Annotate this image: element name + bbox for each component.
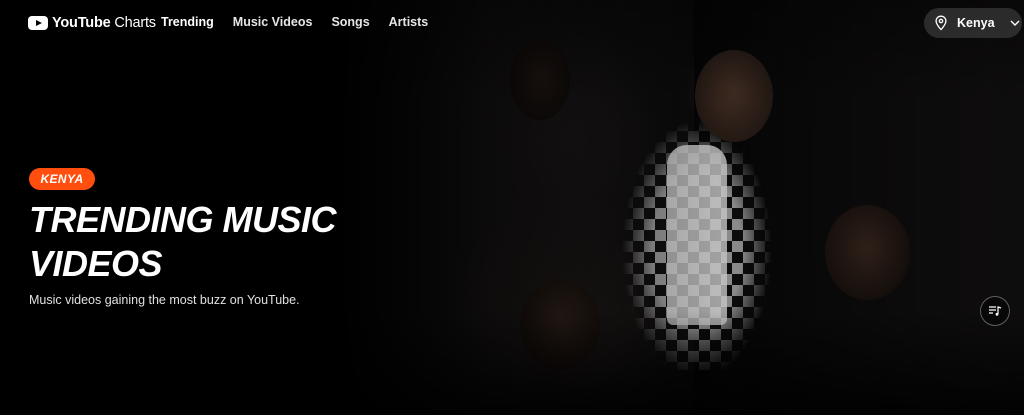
country-badge: KENYA <box>29 168 95 190</box>
main-nav: Trending Music Videos Songs Artists <box>161 15 428 29</box>
nav-music-videos[interactable]: Music Videos <box>233 15 313 29</box>
playlist-music-icon <box>989 306 1002 316</box>
page-title: TRENDING MUSIC VIDEOS <box>29 199 337 284</box>
country-selector[interactable]: Kenya <box>924 8 1022 38</box>
youtube-charts-logo[interactable]: YouTube Charts <box>28 13 156 33</box>
page-subtitle: Music videos gaining the most buzz on Yo… <box>29 293 300 307</box>
youtube-play-icon <box>28 16 48 30</box>
nav-songs[interactable]: Songs <box>331 15 369 29</box>
top-navigation: YouTube Charts Trending Music Videos Son… <box>0 0 1024 46</box>
location-pin-icon <box>935 15 947 31</box>
logo-text: YouTube Charts <box>52 15 156 31</box>
nav-artists[interactable]: Artists <box>389 15 429 29</box>
country-selector-value: Kenya <box>957 16 995 30</box>
nav-trending[interactable]: Trending <box>161 15 214 29</box>
playlist-button[interactable] <box>980 296 1010 326</box>
chevron-down-icon <box>1010 20 1020 26</box>
